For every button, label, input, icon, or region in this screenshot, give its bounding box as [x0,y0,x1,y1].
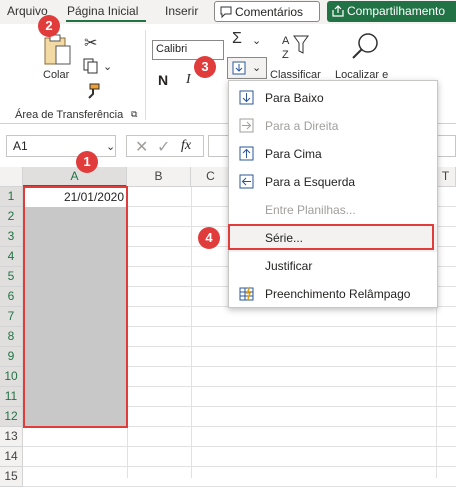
row-header[interactable]: 4 [0,247,23,267]
insert-function-button[interactable]: fx [181,138,191,154]
fill-dropdown-menu: Para Baixo Para a Direita Para Cima Para… [228,80,438,308]
step-badge-2: 2 [38,15,60,37]
comment-icon [220,6,232,18]
cancel-icon[interactable]: ✕ [135,137,148,157]
copy-icon[interactable] [83,58,99,74]
row-header[interactable]: 15 [0,467,23,487]
row-header[interactable]: 3 [0,227,23,247]
bold-button[interactable]: N [158,72,168,88]
row-header[interactable]: 12 [0,407,23,427]
menu-item-para-baixo[interactable]: Para Baixo [229,84,437,112]
menu-item-para-a-direita[interactable]: Para a Direita [229,112,437,140]
share-button[interactable]: Compartilhamento [327,1,456,22]
row-header[interactable]: 14 [0,447,23,467]
fill-right-icon [239,118,254,133]
fill-left-icon [239,174,254,189]
formula-buttons: ✕ ✓ fx [126,135,204,157]
autosum-icon[interactable]: Σ [232,30,242,48]
italic-button[interactable]: I [186,72,191,88]
grid-column-line [191,187,192,478]
copy-dropdown-chevron-icon[interactable]: ⌄ [103,60,112,73]
name-box-chevron-icon[interactable]: ⌄ [106,140,115,153]
selection-highlight-box [23,186,128,428]
row-header[interactable]: 5 [0,267,23,287]
fill-button[interactable]: ⌄ [227,57,267,79]
column-header-c[interactable]: C [191,167,231,187]
enter-check-icon[interactable]: ✓ [157,137,170,157]
group-separator [145,30,146,120]
share-icon [332,5,344,17]
menu-label: Preenchimento Relâmpago [265,287,411,301]
menu-label: Para Cima [265,147,322,161]
menu-item-entre-planilhas[interactable]: Entre Planilhas... [229,196,437,224]
column-header-b[interactable]: B [127,167,191,187]
paste-label[interactable]: Colar [43,69,69,81]
menu-item-para-a-esquerda[interactable]: Para a Esquerda [229,168,437,196]
paste-icon[interactable] [43,34,73,66]
select-all-corner[interactable] [0,167,23,187]
step-badge-4: 4 [198,227,220,249]
step-badge-1: 1 [76,151,98,173]
menu-label: Para a Direita [265,119,339,133]
svg-text:Z: Z [282,49,289,61]
format-painter-icon[interactable] [84,83,100,99]
row-header[interactable]: 10 [0,367,23,387]
name-box[interactable]: A1 [6,135,116,157]
row-header[interactable]: 7 [0,307,23,327]
tab-arquivo[interactable]: Arquivo [7,4,48,18]
row-header[interactable]: 13 [0,427,23,447]
row-header[interactable]: 1 [0,187,23,207]
cut-icon[interactable]: ✂ [84,33,97,53]
row-header[interactable]: 9 [0,347,23,367]
autosum-chevron-icon[interactable]: ⌄ [252,34,261,47]
clipboard-group-label: Área de Transferência [15,109,124,121]
row-header[interactable]: 11 [0,387,23,407]
fill-down-icon [239,90,254,105]
column-header-t[interactable]: T [436,167,456,187]
fill-chevron-icon: ⌄ [252,62,262,74]
tab-inserir[interactable]: Inserir [165,4,198,18]
fill-down-icon [232,61,246,75]
share-label: Compartilhamento [347,4,446,18]
menu-item-preenchimento-relampago[interactable]: Preenchimento Relâmpago [229,280,437,308]
fill-up-icon [239,146,254,161]
grid-row-line [23,466,456,467]
row-header[interactable]: 6 [0,287,23,307]
menu-label: Justificar [265,259,313,273]
menu-item-justificar[interactable]: Justificar [229,252,437,280]
tab-pagina-inicial[interactable]: Página Inicial [67,4,138,18]
clipboard-launcher-icon[interactable]: ⧉ [131,109,137,120]
row-header[interactable]: 2 [0,207,23,227]
serie-highlight-box [228,224,434,250]
menu-label: Entre Planilhas... [265,203,356,217]
menu-label: Para a Esquerda [265,175,356,189]
find-select-icon[interactable] [350,32,380,62]
svg-text:A: A [282,35,290,47]
menu-label: Para Baixo [265,91,324,105]
step-badge-3: 3 [194,56,216,78]
row-header[interactable]: 8 [0,327,23,347]
font-name-box[interactable]: Calibri [152,40,224,60]
active-tab-indicator [66,20,146,22]
flash-fill-icon [239,286,254,301]
menu-item-para-cima[interactable]: Para Cima [229,140,437,168]
comments-label: Comentários [235,5,304,19]
column-header-a[interactable]: A [23,167,127,187]
comments-button[interactable]: Comentários [214,1,320,22]
grid-row-line [23,446,456,447]
sort-filter-icon[interactable]: AZ [280,32,310,62]
